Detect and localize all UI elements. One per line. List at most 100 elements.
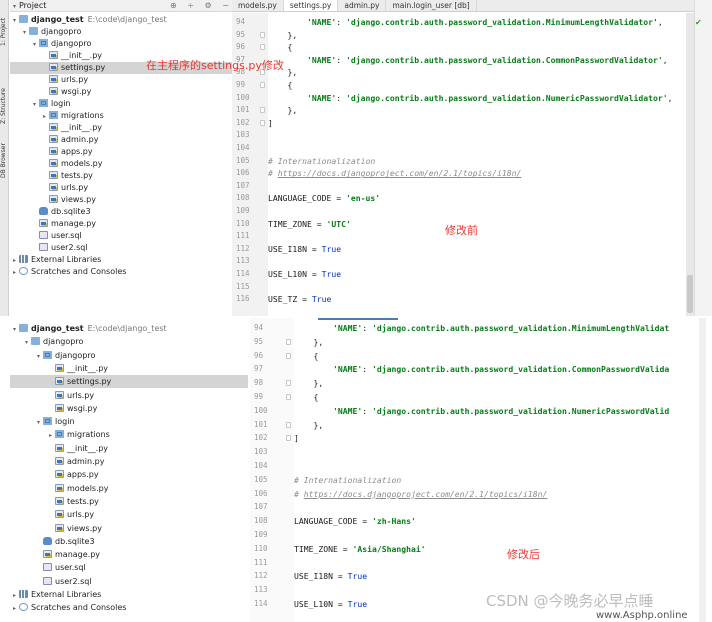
expand-arrow-icon[interactable]: ▾ [34,416,43,429]
code-line[interactable]: }, [268,105,297,115]
project-tool-tab[interactable]: 1: Project [0,6,9,46]
scrollbar-thumb[interactable] [687,275,693,313]
tree-item[interactable]: apps.py [10,468,248,481]
db-browser-tool-tab[interactable]: DB Browser [0,130,9,178]
fold-marker-icon[interactable] [286,435,291,442]
expand-arrow-icon[interactable]: ▾ [34,350,43,363]
code-line[interactable]: 'NAME': 'django.contrib.auth.password_va… [268,55,668,65]
tree-item[interactable]: wsgi.py [10,402,248,415]
tab-settings[interactable]: settings.py [283,0,339,11]
tree-item[interactable]: ▸ migrations [10,428,248,441]
tree-item[interactable]: views.py [10,194,245,206]
tree-item[interactable]: user2.sql [10,242,245,254]
fold-marker-icon[interactable] [260,44,265,51]
code-line[interactable]: 'NAME': 'django.contrib.auth.password_va… [294,406,669,416]
code-line[interactable]: # https://docs.djangoproject.com/en/2.1/… [268,168,521,178]
tree-item[interactable]: __init__.py [10,362,248,375]
tree-item[interactable]: ▾ login [10,98,245,110]
expand-arrow-icon[interactable]: ▾ [22,336,31,349]
tree-item[interactable]: ▸ migrations [10,110,245,122]
tree-item[interactable]: settings.py [10,375,248,389]
tree-item[interactable]: user.sql [10,561,248,574]
code-line[interactable]: }, [268,30,297,40]
code-line[interactable]: USE_TZ = True [268,294,331,304]
project-view-label[interactable]: Project [19,1,46,10]
tree-item[interactable]: urls.py [10,389,248,402]
code-line[interactable]: USE_I18N = True [268,244,341,254]
code-line[interactable]: }, [294,420,323,430]
tree-item[interactable]: ▸ Scratches and Consoles [10,266,245,278]
tree-item[interactable]: ▾ django_test E:\code\django_test [10,322,248,335]
tree-item[interactable]: __init__.py [10,122,245,134]
tree-item[interactable]: urls.py [10,508,248,521]
code-editor[interactable]: 'NAME': 'django.contrib.auth.password_va… [294,318,699,622]
tree-item[interactable]: db.sqlite3 [10,535,248,548]
fold-marker-icon[interactable] [286,380,291,387]
tree-item[interactable]: ▾ djangopro [10,349,248,362]
collapse-arrow-icon[interactable]: ▸ [10,267,19,279]
code-line[interactable]: ] [294,433,299,443]
editor-scrollbar[interactable] [686,13,694,316]
tree-item[interactable]: urls.py [10,182,245,194]
code-line[interactable]: }, [294,378,323,388]
fold-marker-icon[interactable] [260,119,265,126]
fold-marker-icon[interactable] [286,394,291,400]
tab-models[interactable]: models.py [232,0,284,11]
structure-tool-tab[interactable]: Z: Structure [0,70,9,124]
tree-item[interactable]: user.sql [10,230,245,242]
code-line[interactable]: USE_L10N = True [268,269,341,279]
tree-item[interactable]: manage.py [10,548,248,561]
code-line[interactable]: TIME_ZONE = 'UTC' [268,219,351,229]
fold-marker-icon[interactable] [260,82,265,88]
code-line[interactable]: TIME_ZONE = 'Asia/Shanghai' [294,544,426,554]
tree-item[interactable]: admin.py [10,134,245,146]
tree-item[interactable]: manage.py [10,218,245,230]
tree-item[interactable]: views.py [10,522,248,535]
tree-item[interactable]: db.sqlite3 [10,206,245,218]
fold-marker-icon[interactable] [260,31,265,38]
code-line[interactable]: LANGUAGE_CODE = 'zh-Hans' [294,516,416,526]
code-line[interactable]: USE_L10N = True [294,599,367,609]
code-line[interactable]: }, [294,337,323,347]
tree-item[interactable]: ▸ External Libraries [10,588,248,601]
code-line[interactable]: USE_I18N = True [294,571,367,581]
tree-item[interactable]: models.py [10,158,245,170]
code-line[interactable]: { [268,42,292,52]
code-line[interactable]: { [294,392,318,402]
editor-scrollbar[interactable] [699,318,706,622]
tree-item[interactable]: ▾ djangopro [10,26,245,38]
fold-marker-icon[interactable] [260,107,265,114]
fold-marker-icon[interactable] [286,352,291,359]
tree-item[interactable]: models.py [10,482,248,495]
tree-item[interactable]: tests.py [10,495,248,508]
code-line[interactable]: 'NAME': 'django.contrib.auth.password_va… [268,17,663,27]
tree-item[interactable]: ▸ Scratches and Consoles [10,601,248,614]
collapse-arrow-icon[interactable]: ▸ [10,602,19,615]
tree-item[interactable]: user2.sql [10,575,248,588]
tab-admin[interactable]: admin.py [338,0,387,11]
code-line[interactable]: # Internationalization [294,475,401,485]
code-editor[interactable]: 'NAME': 'django.contrib.auth.password_va… [268,13,686,316]
tree-item[interactable]: ▾ login [10,415,248,428]
code-line[interactable]: { [294,351,318,361]
fold-marker-icon[interactable] [286,338,291,345]
code-line[interactable]: 'NAME': 'django.contrib.auth.password_va… [268,93,672,103]
tree-item[interactable]: ▸ External Libraries [10,254,245,266]
code-line[interactable]: # https://docs.djangoproject.com/en/2.1/… [294,489,547,499]
expand-arrow-icon[interactable]: ▾ [10,323,19,336]
code-line[interactable]: LANGUAGE_CODE = 'en-us' [268,193,380,203]
code-line[interactable]: ] [268,118,273,128]
code-line[interactable]: 'NAME': 'django.contrib.auth.password_va… [294,323,669,333]
tree-item[interactable]: tests.py [10,170,245,182]
code-line[interactable]: # Internationalization [268,156,375,166]
tree-item[interactable]: admin.py [10,455,248,468]
collapse-arrow-icon[interactable]: ▸ [10,589,19,602]
tab-db-console[interactable]: main.login_user [db] [386,0,477,11]
tree-item[interactable]: ▾ djangopro [10,38,245,50]
tree-item[interactable]: wsgi.py [10,86,245,98]
code-line[interactable]: 'NAME': 'django.contrib.auth.password_va… [294,364,669,374]
tree-item[interactable]: ▾ django_test E:\code\django_test [10,14,245,26]
tree-toolbar-icons[interactable]: ⊕ ÷ ⚙ − [170,0,233,12]
tree-item[interactable]: ▾ djangopro [10,335,248,348]
tree-item[interactable]: __init__.py [10,442,248,455]
